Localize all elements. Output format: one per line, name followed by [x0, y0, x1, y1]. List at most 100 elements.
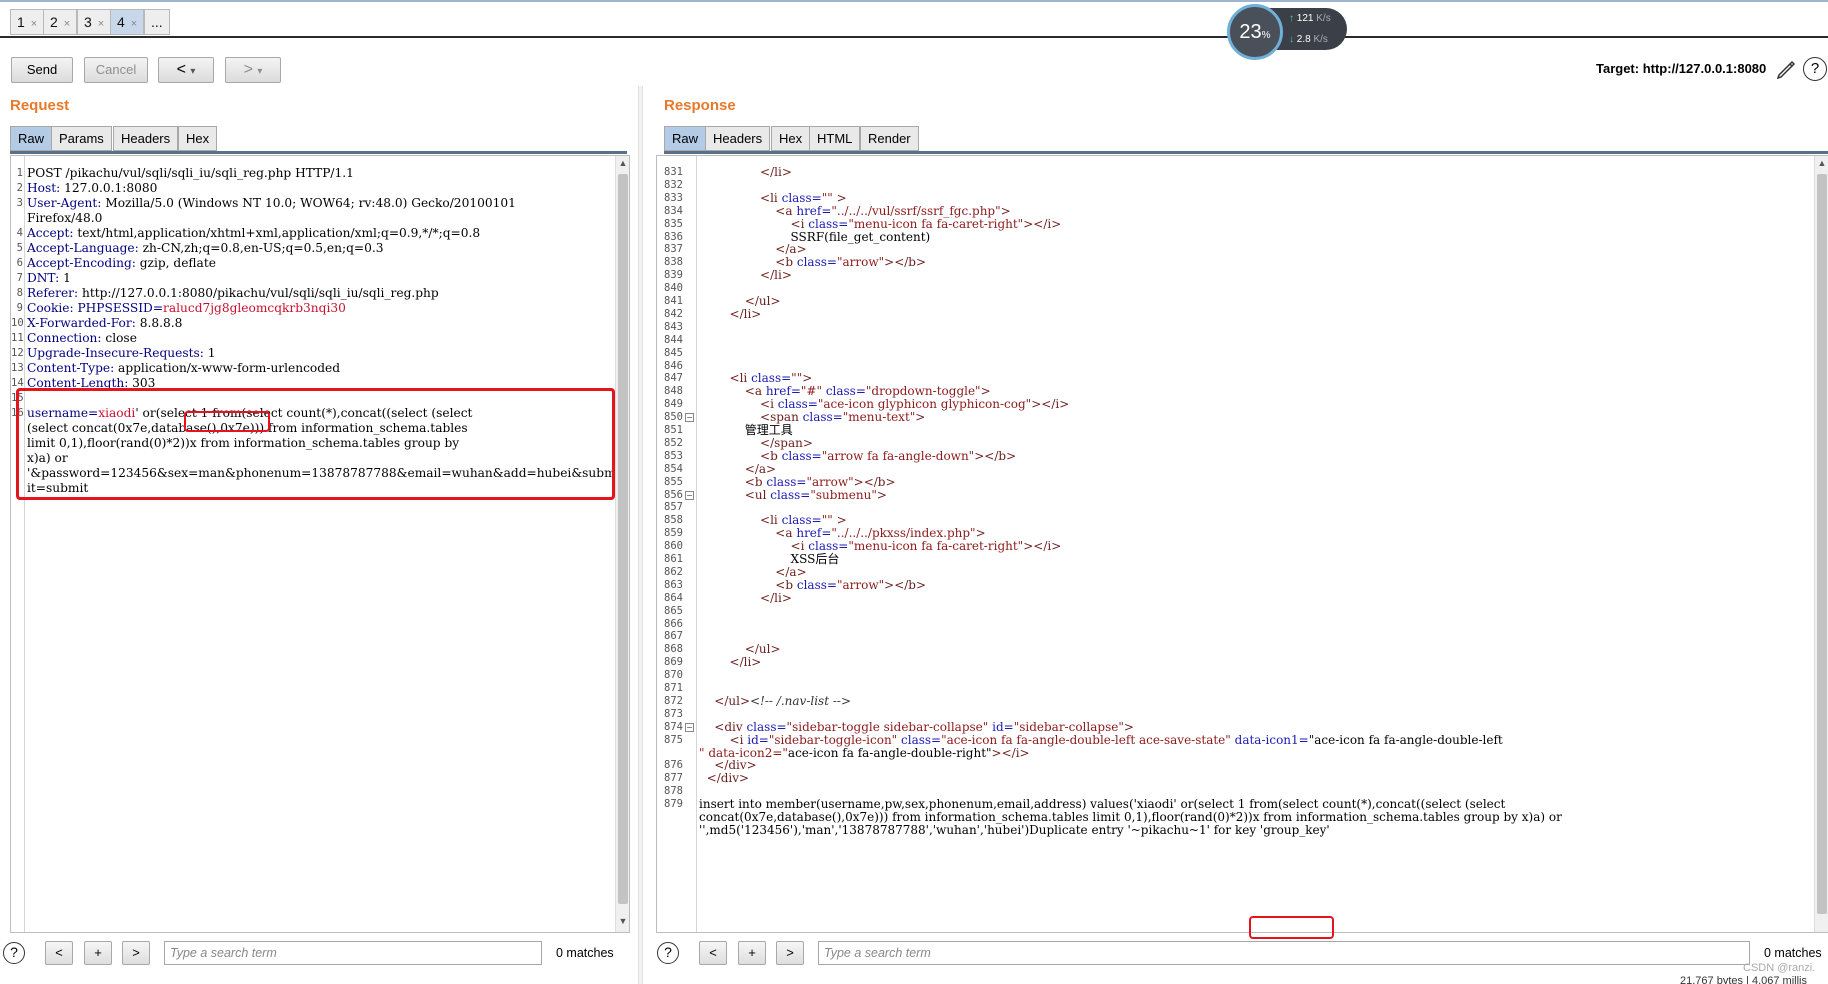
response-search-add-button[interactable]: +	[738, 941, 766, 965]
pane-splitter[interactable]	[638, 86, 643, 984]
burp-repeater-window: { "tabs": [ {"label": "1", "close": "×"}…	[0, 0, 1828, 984]
response-search-prev-button[interactable]: <	[699, 941, 727, 965]
upload-rate: ↑ 121 K/s	[1289, 13, 1331, 24]
tab-close-icon[interactable]: ×	[131, 18, 137, 30]
response-code-line: </li>	[760, 590, 792, 605]
request-header-line: X-Forwarded-For: 8.8.8.8	[27, 316, 183, 330]
back-arrow-icon: <	[176, 61, 186, 78]
request-line-number: 9	[16, 302, 23, 314]
cancel-button[interactable]: Cancel	[84, 57, 148, 83]
tab-label: ...	[151, 14, 163, 30]
scroll-thumb[interactable]	[618, 174, 628, 904]
response-help-icon[interactable]: ?	[657, 942, 679, 964]
request-search-next-button[interactable]: >	[122, 941, 150, 965]
back-menu-icon[interactable]: ▾	[190, 66, 195, 77]
repeater-tab-1[interactable]: 1 ×	[10, 9, 45, 35]
request-editor[interactable]: 1 POST /pikachu/vul/sqli/sqli_iu/sqli_reg…	[10, 155, 630, 933]
scroll-up-icon[interactable]: ▲	[1815, 158, 1828, 172]
response-code-line: </li>	[729, 655, 762, 670]
response-search-input[interactable]: Type a search term	[818, 941, 1750, 965]
repeater-tab-4[interactable]: 4 ×	[110, 9, 145, 35]
request-search-add-button[interactable]: +	[84, 941, 112, 965]
repeater-tab-3[interactable]: 3 ×	[77, 9, 112, 35]
response-tab-raw[interactable]: Raw	[664, 126, 707, 151]
response-tab-html[interactable]: HTML	[809, 126, 861, 151]
request-search-input[interactable]: Type a search term	[164, 941, 542, 965]
request-matches-count: 0 matches	[556, 946, 614, 960]
payload-highlight-box	[16, 388, 615, 500]
fold-toggle-icon[interactable]: −	[685, 722, 694, 732]
response-tab-render[interactable]: Render	[860, 126, 919, 151]
download-rate: ↓ 2.8 K/s	[1289, 34, 1328, 45]
request-tab-hex[interactable]: Hex	[178, 126, 218, 151]
request-header-line: Cookie: PHPSESSID=ralucd7jg8gleomcqkrb3n…	[27, 301, 346, 315]
repeater-tab-more[interactable]: ...	[144, 9, 170, 35]
upload-value: 121	[1296, 13, 1314, 24]
scroll-thumb[interactable]	[1817, 174, 1827, 914]
usage-percent: 23	[1239, 21, 1262, 43]
request-tab-raw[interactable]: Raw	[10, 126, 53, 151]
response-tab-hex[interactable]: Hex	[771, 126, 811, 151]
request-tab-underline	[10, 151, 627, 154]
tab-close-icon[interactable]: ×	[98, 18, 104, 30]
download-unit: K/s	[1313, 34, 1328, 45]
arrow-down-icon: ↓	[1289, 34, 1294, 45]
tab-label: 4	[117, 14, 125, 30]
send-button[interactable]: Send	[11, 57, 73, 83]
request-header-line: Connection: close	[27, 331, 137, 345]
request-title: Request	[10, 97, 70, 114]
fold-toggle-icon[interactable]: −	[685, 413, 694, 423]
request-line-number: 4	[16, 227, 23, 239]
request-line-number: 12	[11, 347, 24, 359]
request-search-prev-button[interactable]: <	[45, 941, 73, 965]
help-icon[interactable]: ?	[1803, 57, 1827, 81]
request-header-line: Firefox/48.0	[27, 211, 103, 225]
request-header-line: Host: 127.0.0.1:8080	[27, 181, 158, 195]
response-code-line: </div>	[706, 771, 750, 786]
request-line-number: 6	[16, 257, 23, 269]
database-function-highlight	[184, 411, 270, 432]
response-code-line: </ul><!-- /.nav-list -->	[714, 693, 852, 708]
repeater-tab-strip: 1 × 2 × 3 × 4 × ...	[0, 0, 1828, 38]
forward-menu-icon[interactable]: ▾	[257, 66, 262, 77]
response-code-line: <ul class="submenu">	[744, 487, 887, 502]
repeater-tab-2[interactable]: 2 ×	[43, 9, 78, 35]
request-line-number: 11	[11, 332, 24, 344]
forward-button[interactable]: > ▾	[225, 57, 281, 83]
request-tab-params[interactable]: Params	[51, 126, 112, 151]
usage-percent-unit: %	[1261, 30, 1271, 41]
edit-target-pencil-icon[interactable]	[1775, 58, 1797, 80]
tab-close-icon[interactable]: ×	[64, 18, 70, 30]
response-code-line: </li>	[760, 268, 792, 283]
request-header-line: Accept-Language: zh-CN,zh;q=0.8,en-US;q=…	[27, 241, 384, 255]
response-code-line: </li>	[760, 165, 792, 179]
tab-strip-accent	[0, 0, 1828, 2]
response-search-next-button[interactable]: >	[776, 941, 804, 965]
request-help-icon[interactable]: ?	[3, 942, 25, 964]
response-editor[interactable]: 831 </li> 832 833 <li class="" >834 <a hre…	[656, 155, 1828, 933]
request-header-line: Content-Type: application/x-www-form-url…	[27, 361, 341, 375]
request-header-line: Referer: http://127.0.0.1:8080/pikachu/v…	[27, 286, 439, 300]
back-button[interactable]: < ▾	[158, 57, 214, 83]
request-line-number: 7	[16, 272, 23, 284]
tab-close-icon[interactable]: ×	[31, 18, 37, 30]
csdn-watermark: CSDN @ranzi.	[1743, 962, 1816, 974]
request-header-line: DNT: 1	[27, 271, 71, 285]
fold-toggle-icon[interactable]: −	[685, 490, 694, 500]
tab-label: 2	[50, 14, 58, 30]
request-tab-headers[interactable]: Headers	[113, 126, 179, 151]
scroll-down-icon[interactable]: ▼	[616, 916, 630, 930]
scroll-up-icon[interactable]: ▲	[616, 158, 630, 172]
request-line-number	[11, 211, 23, 226]
response-tab-headers[interactable]: Headers	[705, 126, 771, 151]
download-value: 2.8	[1296, 34, 1311, 45]
request-line-number: 3	[16, 197, 23, 209]
response-matches-count: 0 matches	[1764, 946, 1822, 960]
response-status-bar: 21,767 bytes | 4,067 millis	[1680, 975, 1807, 984]
request-scrollbar[interactable]: ▲ ▼	[615, 156, 629, 932]
response-line-number	[657, 823, 683, 838]
target-label: Target: http://127.0.0.1:8080	[1596, 61, 1767, 76]
request-line-number: 5	[16, 242, 23, 254]
request-line-number: 1	[16, 167, 23, 179]
response-scrollbar[interactable]: ▲	[1814, 156, 1828, 932]
